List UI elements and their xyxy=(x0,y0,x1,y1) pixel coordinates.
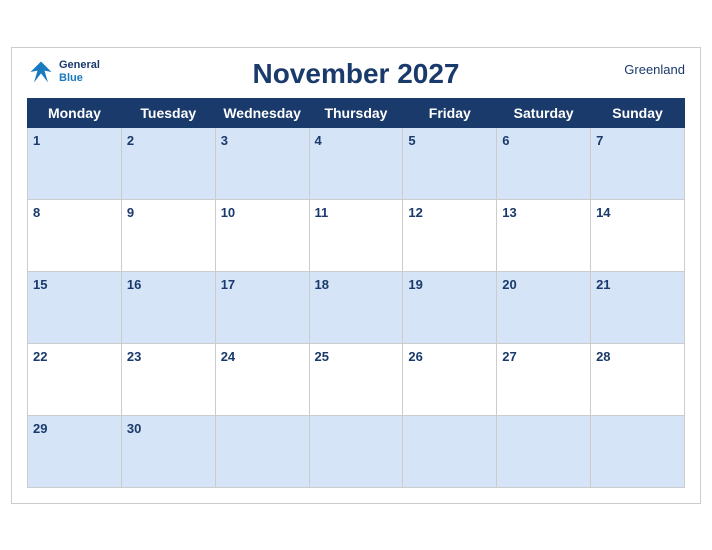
header-friday: Friday xyxy=(403,98,497,127)
weekday-header-row: Monday Tuesday Wednesday Thursday Friday… xyxy=(28,98,685,127)
day-cell-2: 2 xyxy=(121,127,215,199)
day-number-13: 13 xyxy=(502,205,516,220)
day-cell-15: 15 xyxy=(28,271,122,343)
day-cell-19: 19 xyxy=(403,271,497,343)
day-cell-22: 22 xyxy=(28,343,122,415)
day-number-17: 17 xyxy=(221,277,235,292)
day-cell-16: 16 xyxy=(121,271,215,343)
day-cell-21: 21 xyxy=(591,271,685,343)
day-cell-23: 23 xyxy=(121,343,215,415)
day-number-3: 3 xyxy=(221,133,228,148)
logo-general: General xyxy=(59,59,100,71)
day-number-5: 5 xyxy=(408,133,415,148)
day-cell-3: 3 xyxy=(215,127,309,199)
day-number-28: 28 xyxy=(596,349,610,364)
empty-cell-w4-d3 xyxy=(309,415,403,487)
day-number-26: 26 xyxy=(408,349,422,364)
header-thursday: Thursday xyxy=(309,98,403,127)
day-cell-6: 6 xyxy=(497,127,591,199)
calendar-title: November 2027 xyxy=(252,58,459,90)
day-cell-10: 10 xyxy=(215,199,309,271)
day-number-2: 2 xyxy=(127,133,134,148)
calendar: General Blue November 2027 Greenland Mon… xyxy=(11,47,701,504)
week-row-3: 15 16 17 18 19 20 21 xyxy=(28,271,685,343)
day-number-9: 9 xyxy=(127,205,134,220)
header-wednesday: Wednesday xyxy=(215,98,309,127)
day-cell-29: 29 xyxy=(28,415,122,487)
day-cell-18: 18 xyxy=(309,271,403,343)
day-number-10: 10 xyxy=(221,205,235,220)
logo-area: General Blue xyxy=(27,58,100,86)
day-cell-13: 13 xyxy=(497,199,591,271)
calendar-thead: Monday Tuesday Wednesday Thursday Friday… xyxy=(28,98,685,127)
day-number-15: 15 xyxy=(33,277,47,292)
day-cell-7: 7 xyxy=(591,127,685,199)
week-row-2: 8 9 10 11 12 13 14 xyxy=(28,199,685,271)
week-row-4: 22 23 24 25 26 27 28 xyxy=(28,343,685,415)
day-cell-28: 28 xyxy=(591,343,685,415)
day-number-7: 7 xyxy=(596,133,603,148)
day-number-1: 1 xyxy=(33,133,40,148)
day-number-16: 16 xyxy=(127,277,141,292)
logo-icon xyxy=(27,58,55,86)
logo-blue: Blue xyxy=(59,72,100,84)
empty-cell-w4-d4 xyxy=(403,415,497,487)
empty-cell-w4-d6 xyxy=(591,415,685,487)
day-number-11: 11 xyxy=(315,205,329,220)
day-number-12: 12 xyxy=(408,205,422,220)
day-number-24: 24 xyxy=(221,349,235,364)
header-saturday: Saturday xyxy=(497,98,591,127)
header-tuesday: Tuesday xyxy=(121,98,215,127)
day-cell-8: 8 xyxy=(28,199,122,271)
day-number-20: 20 xyxy=(502,277,516,292)
day-number-6: 6 xyxy=(502,133,509,148)
calendar-table: Monday Tuesday Wednesday Thursday Friday… xyxy=(27,98,685,488)
header-sunday: Sunday xyxy=(591,98,685,127)
day-cell-9: 9 xyxy=(121,199,215,271)
week-row-1: 1 2 3 4 5 6 7 xyxy=(28,127,685,199)
day-number-22: 22 xyxy=(33,349,47,364)
day-cell-1: 1 xyxy=(28,127,122,199)
calendar-body: 1234567891011121314151617181920212223242… xyxy=(28,127,685,487)
day-cell-17: 17 xyxy=(215,271,309,343)
day-cell-11: 11 xyxy=(309,199,403,271)
logo-text: General Blue xyxy=(59,59,100,83)
day-cell-27: 27 xyxy=(497,343,591,415)
empty-cell-w4-d2 xyxy=(215,415,309,487)
empty-cell-w4-d5 xyxy=(497,415,591,487)
day-cell-4: 4 xyxy=(309,127,403,199)
region-label: Greenland xyxy=(624,62,685,77)
day-cell-25: 25 xyxy=(309,343,403,415)
day-number-21: 21 xyxy=(596,277,610,292)
day-number-18: 18 xyxy=(315,277,329,292)
day-cell-12: 12 xyxy=(403,199,497,271)
calendar-header: General Blue November 2027 Greenland xyxy=(27,58,685,90)
header-monday: Monday xyxy=(28,98,122,127)
day-number-8: 8 xyxy=(33,205,40,220)
day-number-23: 23 xyxy=(127,349,141,364)
day-number-29: 29 xyxy=(33,421,47,436)
week-row-5: 29 30 xyxy=(28,415,685,487)
day-number-25: 25 xyxy=(315,349,329,364)
day-cell-26: 26 xyxy=(403,343,497,415)
day-number-27: 27 xyxy=(502,349,516,364)
day-cell-5: 5 xyxy=(403,127,497,199)
day-cell-30: 30 xyxy=(121,415,215,487)
day-number-19: 19 xyxy=(408,277,422,292)
day-number-4: 4 xyxy=(315,133,322,148)
day-cell-14: 14 xyxy=(591,199,685,271)
day-cell-24: 24 xyxy=(215,343,309,415)
day-number-14: 14 xyxy=(596,205,610,220)
day-number-30: 30 xyxy=(127,421,141,436)
day-cell-20: 20 xyxy=(497,271,591,343)
